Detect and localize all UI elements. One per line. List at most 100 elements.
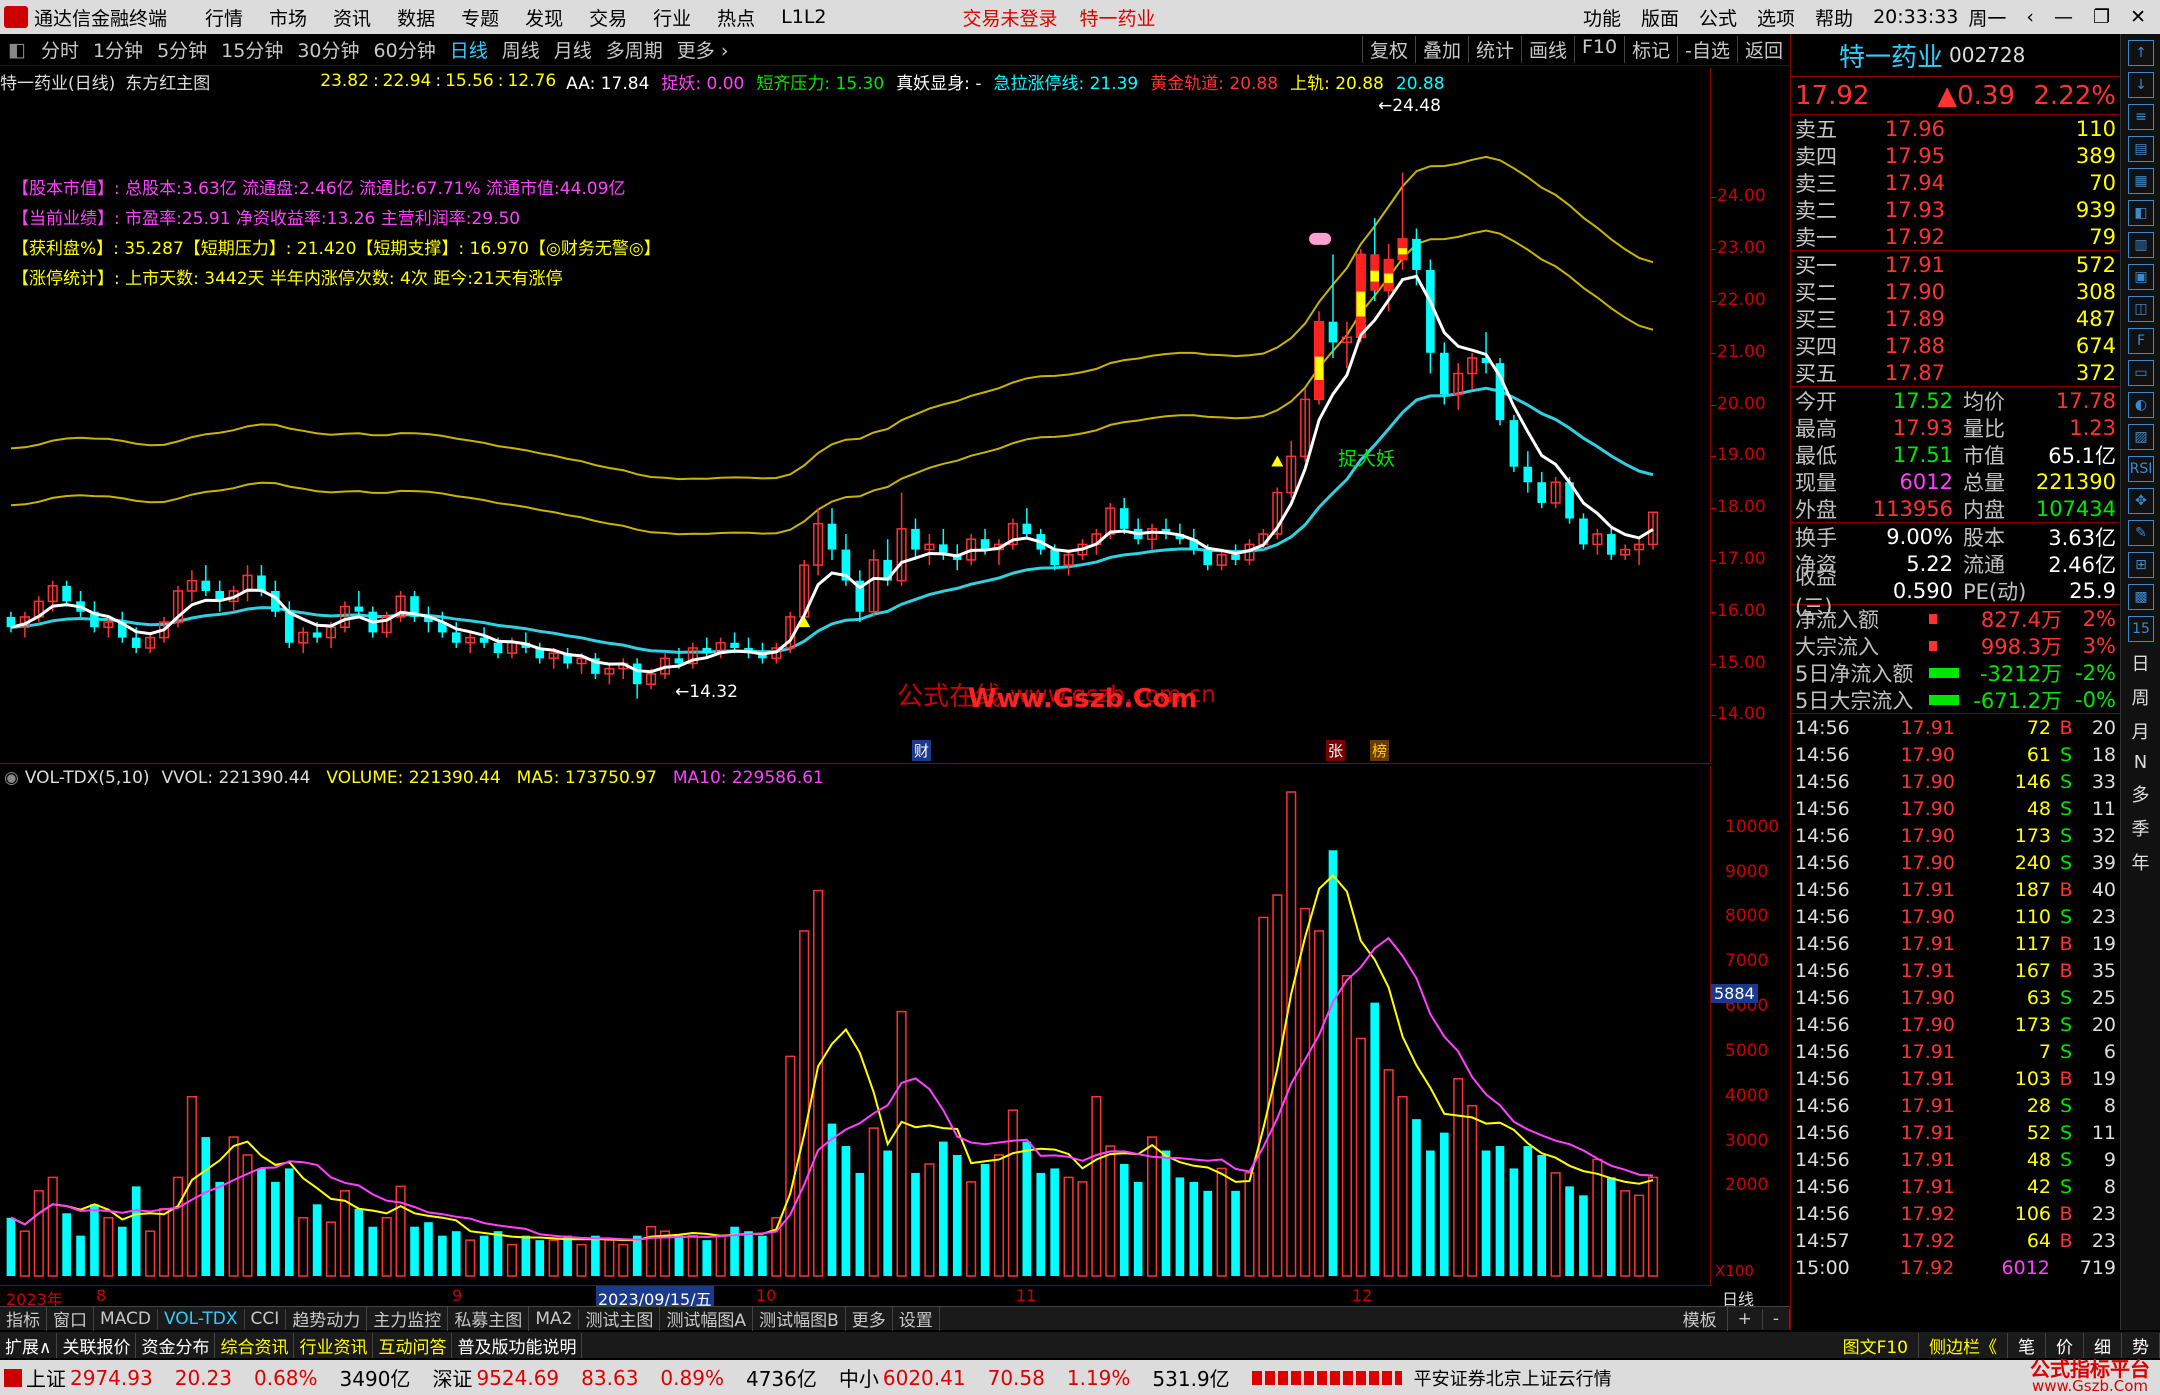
tool-7[interactable]: 返回 (1736, 36, 1790, 63)
menu-item-0[interactable]: 行情 (205, 4, 243, 31)
minimize-icon[interactable]: — (2054, 6, 2073, 28)
main-chart[interactable]: 特一药业(日线) 东方红主图 23.82:22.94:15.56:12.76 A… (0, 68, 1710, 764)
indicator-tab-7[interactable]: 私募主图 (448, 1306, 530, 1331)
menu-right-item-1[interactable]: 版面 (1641, 4, 1679, 31)
indicator-tab-0[interactable]: 指标 (0, 1306, 47, 1331)
side-tool-icon-15[interactable]: ✎ (2128, 520, 2154, 546)
indicator-tab-5[interactable]: 趋势动力 (286, 1306, 368, 1331)
extension-tab-0[interactable]: 扩展∧ (0, 1332, 58, 1358)
sh-label[interactable]: 上证 (26, 1363, 66, 1392)
extension-tab-4[interactable]: 行业资讯 (294, 1332, 374, 1358)
side-tool-icon-2[interactable]: ≡ (2128, 104, 2154, 130)
period-tab-4[interactable]: 30分钟 (290, 36, 366, 63)
extension-tab-1[interactable]: 关联报价 (57, 1332, 137, 1358)
side-tool-icon-14[interactable]: ✥ (2128, 488, 2154, 514)
indicator-tab-3[interactable]: VOL-TDX (158, 1308, 245, 1329)
collapse-icon[interactable]: ◧ (0, 39, 34, 61)
indicator-tab-right-1[interactable]: + (1728, 1308, 1763, 1329)
main-formula[interactable]: 东方红主图 (125, 69, 210, 94)
badge-zhang[interactable]: 张 (1326, 740, 1346, 761)
side-period-1[interactable]: 周 (2121, 684, 2160, 710)
bid-row-4[interactable]: 买五 17.87 372 (1791, 359, 2120, 386)
close-icon[interactable]: ✕ (2130, 6, 2146, 28)
period-tab-5[interactable]: 60分钟 (367, 36, 443, 63)
side-tool-icon-16[interactable]: ⊞ (2128, 552, 2154, 578)
ask-row-0[interactable]: 卖五 17.96 110 (1791, 115, 2120, 142)
vol-name[interactable]: VOL-TDX(5,10) (25, 768, 150, 788)
indicator-tab-11[interactable]: 测试幅图B (753, 1306, 846, 1331)
indicator-tab-10[interactable]: 测试幅图A (660, 1306, 754, 1331)
tool-2[interactable]: 统计 (1467, 36, 1521, 63)
side-period-5[interactable]: 季 (2121, 815, 2160, 841)
period-tab-9[interactable]: 多周期 (599, 36, 670, 63)
period-tab-7[interactable]: 周线 (495, 36, 547, 63)
period-tab-8[interactable]: 月线 (547, 36, 599, 63)
extension-tab-5[interactable]: 互动问答 (373, 1332, 453, 1358)
menu-right-item-0[interactable]: 功能 (1583, 4, 1621, 31)
extension-tab-right-3[interactable]: 价 (2046, 1332, 2084, 1358)
extension-tab-right-5[interactable]: 势 (2122, 1332, 2160, 1358)
vol-settings-icon[interactable]: ◉ (4, 768, 19, 788)
bid-row-3[interactable]: 买四 17.88 674 (1791, 332, 2120, 359)
menu-item-2[interactable]: 资讯 (333, 4, 371, 31)
volume-chart[interactable]: ◉ VOL-TDX(5,10) VVOL: 221390.44 VOLUME: … (0, 766, 1710, 1286)
extension-tab-2[interactable]: 资金分布 (136, 1332, 216, 1358)
indicator-tab-13[interactable]: 设置 (893, 1306, 940, 1331)
restore-icon[interactable]: ❐ (2093, 6, 2110, 28)
period-tab-6[interactable]: 日线 (443, 36, 495, 63)
bid-row-1[interactable]: 买二 17.90 308 (1791, 278, 2120, 305)
side-tool-icon-7[interactable]: ▣ (2128, 264, 2154, 290)
side-period-4[interactable]: 多 (2121, 781, 2160, 807)
menu-right-item-4[interactable]: 帮助 (1815, 4, 1853, 31)
side-tool-icon-6[interactable]: ▥ (2128, 232, 2154, 258)
ask-row-4[interactable]: 卖一 17.92 79 (1791, 223, 2120, 250)
tool-4[interactable]: F10 (1574, 36, 1624, 63)
tool-6[interactable]: -自选 (1677, 36, 1737, 63)
side-period-2[interactable]: 月 (2121, 718, 2160, 744)
period-tab-0[interactable]: 分时 (34, 36, 86, 63)
indicator-tab-right-0[interactable]: 模板 (1673, 1306, 1728, 1331)
bid-row-0[interactable]: 买一 17.91 572 (1791, 251, 2120, 278)
ask-row-3[interactable]: 卖二 17.93 939 (1791, 196, 2120, 223)
menu-item-1[interactable]: 市场 (269, 4, 307, 31)
ask-row-1[interactable]: 卖四 17.95 389 (1791, 142, 2120, 169)
menu-item-6[interactable]: 交易 (589, 4, 627, 31)
tool-0[interactable]: 复权 (1361, 36, 1415, 63)
period-tab-1[interactable]: 1分钟 (86, 36, 150, 63)
back-icon[interactable]: ‹ (2026, 6, 2034, 28)
indicator-tab-8[interactable]: MA2 (529, 1308, 580, 1329)
menu-item-4[interactable]: 专题 (461, 4, 499, 31)
ask-row-2[interactable]: 卖三 17.94 70 (1791, 169, 2120, 196)
badge-cai[interactable]: 财 (912, 740, 932, 761)
period-tab-10[interactable]: 更多 › (670, 36, 736, 63)
indicator-tab-right-2[interactable]: - (1763, 1308, 1790, 1329)
tool-5[interactable]: 标记 (1624, 36, 1677, 63)
menu-item-9[interactable]: L1L2 (781, 6, 826, 28)
side-tool-icon-18[interactable]: 15 (2128, 616, 2154, 642)
menu-right-item-3[interactable]: 选项 (1757, 4, 1795, 31)
extension-tab-3[interactable]: 综合资讯 (215, 1332, 295, 1358)
menu-item-3[interactable]: 数据 (397, 4, 435, 31)
sz-label[interactable]: 深证 (432, 1363, 472, 1392)
extension-tab-right-2[interactable]: 笔 (2008, 1332, 2046, 1358)
side-tool-icon-3[interactable]: ▤ (2128, 136, 2154, 162)
period-tab-3[interactable]: 15分钟 (214, 36, 290, 63)
indicator-tab-9[interactable]: 测试主图 (579, 1306, 661, 1331)
side-period-6[interactable]: 年 (2121, 849, 2160, 875)
menu-item-7[interactable]: 行业 (653, 4, 691, 31)
indicator-tab-1[interactable]: 窗口 (47, 1306, 94, 1331)
side-tool-icon-1[interactable]: ↓ (2128, 72, 2154, 98)
login-status[interactable]: 交易未登录 (963, 4, 1058, 31)
tool-1[interactable]: 叠加 (1414, 36, 1468, 63)
side-tool-icon-11[interactable]: ◐ (2128, 392, 2154, 418)
indicator-tab-2[interactable]: MACD (94, 1308, 158, 1329)
zx-label[interactable]: 中小 (839, 1363, 879, 1392)
extension-tab-right-0[interactable]: 图文F10 (1833, 1332, 1919, 1358)
indicator-tab-4[interactable]: CCI (245, 1308, 287, 1329)
side-tool-icon-8[interactable]: ◫ (2128, 296, 2154, 322)
tool-3[interactable]: 画线 (1520, 36, 1574, 63)
menu-item-5[interactable]: 发现 (525, 4, 563, 31)
extension-tab-right-1[interactable]: 侧边栏《 (1919, 1332, 2008, 1358)
side-tool-icon-13[interactable]: RSI (2128, 456, 2154, 482)
indicator-tab-12[interactable]: 更多 (846, 1306, 893, 1331)
